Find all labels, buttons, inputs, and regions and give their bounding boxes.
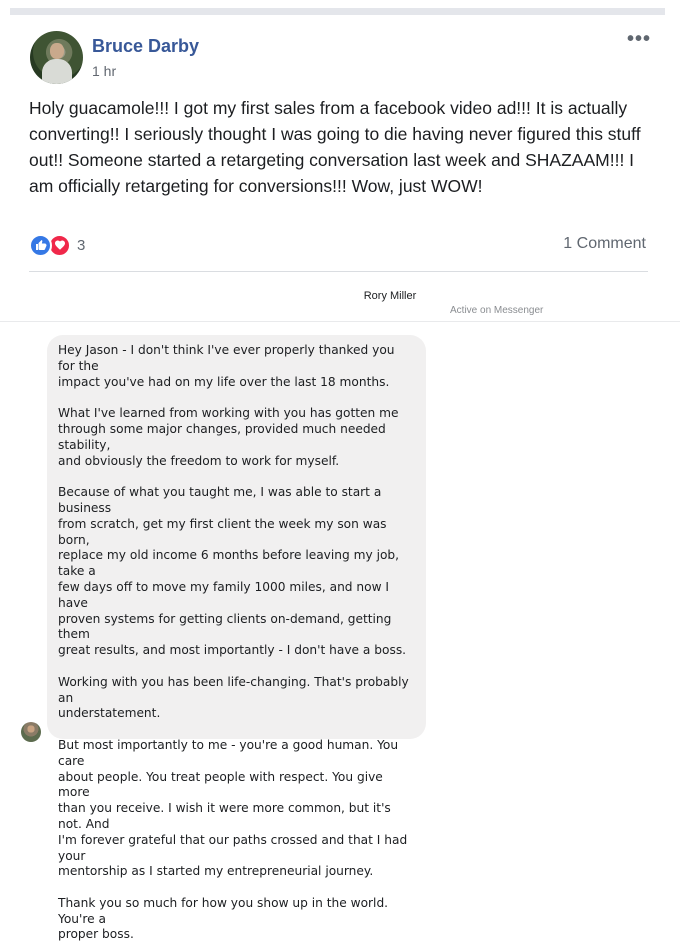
reaction-count: 3	[77, 236, 86, 254]
messenger-contact-status: Active on Messenger	[450, 305, 544, 316]
top-divider	[10, 8, 665, 15]
message-paragraph: Working with you has been life-changing.…	[58, 674, 409, 721]
post-card: Bruce Darby 1 hr ••• Holy guacamole!!! I…	[13, 15, 663, 280]
message-paragraph: Thank you so much for how you show up in…	[58, 895, 389, 942]
sender-avatar[interactable]	[21, 722, 41, 742]
message-bubble: Hey Jason - I don't think I've ever prop…	[47, 335, 426, 941]
post-divider	[29, 271, 648, 272]
facebook-post-section: Bruce Darby 1 hr ••• Holy guacamole!!! I…	[0, 0, 680, 280]
like-icon	[29, 233, 52, 257]
more-options-icon[interactable]: •••	[627, 29, 651, 49]
message-paragraph: Hey Jason - I don't think I've ever prop…	[58, 343, 395, 389]
messenger-header-divider	[0, 321, 680, 322]
author-avatar[interactable]	[30, 31, 83, 84]
contact-name-text: Rory Miller	[363, 290, 417, 302]
message-paragraph: But most importantly to me - you're a go…	[58, 737, 408, 879]
author-name[interactable]: Bruce Darby	[92, 36, 199, 57]
message-paragraph: What I've learned from working with you …	[58, 406, 399, 468]
reactions-summary[interactable]: 3	[29, 233, 85, 257]
messenger-section: Rory Miller Active on Messenger Hey Jaso…	[0, 280, 680, 941]
post-text: Holy guacamole!!! I got my first sales f…	[29, 98, 641, 196]
messenger-contact-name[interactable]: Rory Miller	[0, 290, 680, 302]
message-paragraph: Because of what you taught me, I was abl…	[58, 485, 407, 658]
post-timestamp[interactable]: 1 hr	[92, 63, 116, 79]
comment-count-link[interactable]: 1 Comment	[563, 235, 646, 253]
